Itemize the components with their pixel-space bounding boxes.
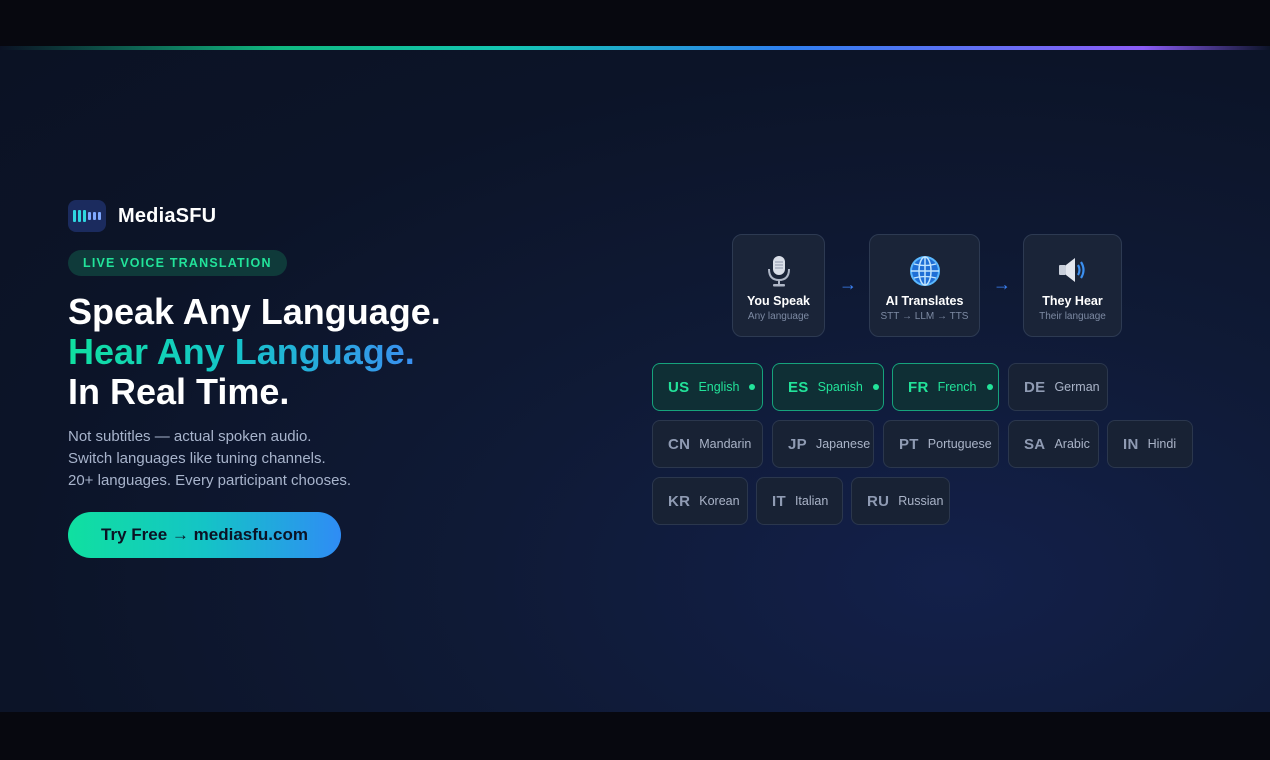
language-name: Russian <box>898 494 944 508</box>
language-name: Italian <box>794 494 829 508</box>
flow-card-ai-translates: AI Translates STT → LLM → TTS <box>869 234 980 337</box>
hero-description: Not subtitles — actual spoken audio. Swi… <box>68 426 351 492</box>
language-chip-korean[interactable]: KR Korean <box>652 477 748 525</box>
language-name: Mandarin <box>699 437 752 451</box>
flow-subtitle: Any language <box>747 311 810 322</box>
language-code: US <box>668 378 690 396</box>
language-name: Japanese <box>815 437 871 451</box>
gradient-accent-line <box>0 46 1270 50</box>
flow-subtitle: STT → LLM → TTS <box>880 311 969 322</box>
language-code: FR <box>908 378 929 396</box>
flow-card-you-speak: You Speak Any language <box>732 234 825 337</box>
language-code: RU <box>867 492 890 510</box>
description-line: 20+ languages. Every participant chooses… <box>68 472 352 489</box>
language-chip-italian[interactable]: IT Italian <box>756 477 843 525</box>
headline-line-1: Speak Any Language. <box>68 291 441 332</box>
flow-title: They Hear <box>1042 294 1103 308</box>
try-free-button[interactable]: Try Free → mediasfu.com <box>68 512 341 558</box>
language-name: Korean <box>699 494 740 508</box>
flow-subtitle: Their language <box>1039 311 1106 322</box>
mediasfu-logo-icon <box>68 200 106 232</box>
language-chip-spanish[interactable]: ES Spanish <box>772 363 884 411</box>
language-name: Spanish <box>817 380 863 394</box>
headline-line-3: In Real Time. <box>68 371 290 412</box>
flow-title: AI Translates <box>885 294 964 308</box>
language-code: CN <box>668 435 691 453</box>
language-chip-japanese[interactable]: JP Japanese <box>772 420 874 468</box>
language-chip-russian[interactable]: RU Russian <box>851 477 950 525</box>
flow-arrow-icon: → <box>839 274 857 294</box>
language-name: Portuguese <box>927 437 992 451</box>
language-code: PT <box>899 435 919 453</box>
description-line: Not subtitles — actual spoken audio. <box>68 428 312 445</box>
language-name: English <box>698 380 740 394</box>
globe-icon <box>909 256 940 286</box>
language-chip-german[interactable]: DE German <box>1008 363 1108 411</box>
microphone-icon <box>767 256 790 287</box>
flow-title: You Speak <box>747 294 810 308</box>
hero-stage: MediaSFU LIVE VOICE TRANSLATION Speak An… <box>0 46 1270 712</box>
language-name: French <box>937 380 977 394</box>
speaker-icon <box>1058 258 1085 282</box>
language-chip-french[interactable]: FR French <box>892 363 999 411</box>
active-dot-icon <box>749 384 756 390</box>
language-name: Hindi <box>1147 437 1177 451</box>
active-dot-icon <box>872 384 879 390</box>
letterbox-bottom <box>0 712 1270 760</box>
language-chip-mandarin[interactable]: CN Mandarin <box>652 420 763 468</box>
brand-name: MediaSFU <box>118 204 217 227</box>
language-code: KR <box>668 492 691 510</box>
language-code: JP <box>788 435 807 453</box>
headline-line-2: Hear Any Language. <box>68 331 415 372</box>
language-code: ES <box>788 378 809 396</box>
flow-card-they-hear: They Hear Their language <box>1023 234 1122 337</box>
active-dot-icon <box>986 384 993 390</box>
letterbox-top <box>0 0 1270 46</box>
hero-headline: Speak Any Language. Hear Any Language. I… <box>68 292 441 412</box>
language-chip-hindi[interactable]: IN Hindi <box>1107 420 1193 468</box>
language-code: DE <box>1024 378 1046 396</box>
language-code: SA <box>1024 435 1046 453</box>
flow-arrow-icon: → <box>993 274 1011 294</box>
live-translation-badge: LIVE VOICE TRANSLATION <box>68 250 287 276</box>
language-chip-portuguese[interactable]: PT Portuguese <box>883 420 999 468</box>
description-line: Switch languages like tuning channels. <box>68 450 326 467</box>
language-code: IT <box>772 492 786 510</box>
brand[interactable]: MediaSFU <box>68 200 216 232</box>
language-name: German <box>1054 380 1100 394</box>
language-chip-arabic[interactable]: SA Arabic <box>1008 420 1099 468</box>
language-name: Arabic <box>1054 437 1090 451</box>
language-chip-english[interactable]: US English <box>652 363 763 411</box>
language-code: IN <box>1123 435 1139 453</box>
